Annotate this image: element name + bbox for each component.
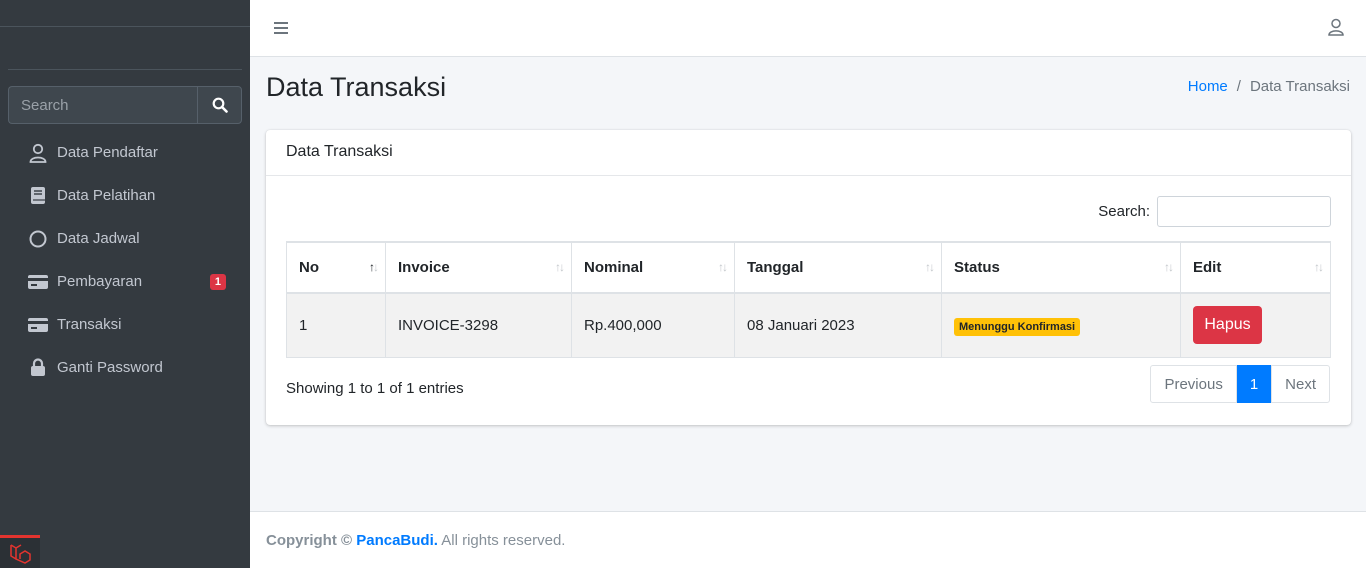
sidebar-item-label: Pembayaran xyxy=(57,273,143,290)
sidebar-item-transaksi[interactable]: Transaksi xyxy=(8,303,242,346)
credit-card-icon xyxy=(28,315,48,335)
credit-card-icon xyxy=(28,272,48,292)
cell-status: Menunggu Konfirmasi xyxy=(941,292,1181,358)
column-header-status[interactable]: Status ↑↓ xyxy=(941,241,1181,294)
pagination-previous[interactable]: Previous xyxy=(1150,365,1237,403)
card-title: Data Transaksi xyxy=(266,130,1351,176)
rights-text: All rights reserved. xyxy=(441,532,566,549)
table-header-row: No ↑↓ Invoice ↑↓ Nominal ↑↓ Tanggal ↑↓ Statu… xyxy=(286,241,1331,294)
notification-badge: 1 xyxy=(209,274,226,290)
pagination-next[interactable]: Next xyxy=(1271,365,1330,403)
sidebar-item-label: Transaksi xyxy=(57,316,122,333)
sidebar-item-data-jadwal[interactable]: Data Jadwal xyxy=(8,217,242,260)
table-search-label: Search: xyxy=(1098,203,1150,220)
cell-tanggal: 08 Januari 2023 xyxy=(734,292,942,358)
column-header-label: Edit xyxy=(1193,259,1222,276)
circle-icon xyxy=(28,229,48,249)
sort-icon: ↑↓ xyxy=(718,260,728,274)
breadcrumb-current: Data Transaksi xyxy=(1249,78,1350,95)
cell-edit: Hapus xyxy=(1180,292,1331,358)
table-search-input[interactable] xyxy=(1157,196,1331,227)
cell-nominal: Rp.400,000 xyxy=(571,292,735,358)
column-header-invoice[interactable]: Invoice ↑↓ xyxy=(385,241,572,294)
table-row: 1 INVOICE-3298 Rp.400,000 08 Januari 202… xyxy=(286,292,1331,358)
sidebar-item-label: Data Jadwal xyxy=(57,230,140,247)
laravel-logo-icon xyxy=(0,535,40,568)
sidebar-item-label: Data Pelatihan xyxy=(57,187,156,204)
column-header-no[interactable]: No ↑↓ xyxy=(286,241,386,294)
column-header-tanggal[interactable]: Tanggal ↑↓ xyxy=(734,241,942,294)
sort-asc-icon: ↑↓ xyxy=(369,260,379,274)
sidebar-search-button[interactable] xyxy=(197,86,242,124)
column-header-edit[interactable]: Edit ↑↓ xyxy=(1180,241,1331,294)
sidebar-item-label: Data Pendaftar xyxy=(57,144,158,161)
column-header-label: Status xyxy=(954,259,1000,276)
sidebar-divider xyxy=(8,69,242,70)
search-icon xyxy=(212,97,228,113)
sidebar: Data Pendaftar Data Pelatihan Data Jadwa… xyxy=(0,0,250,568)
sort-icon: ↑↓ xyxy=(555,260,565,274)
sidebar-item-label: Ganti Password xyxy=(57,359,163,376)
column-header-label: Nominal xyxy=(584,259,644,276)
cell-no: 1 xyxy=(286,292,386,358)
brand-link[interactable]: PancaBudi. xyxy=(356,532,438,549)
sidebar-divider xyxy=(0,26,250,27)
hamburger-icon[interactable] xyxy=(274,21,288,35)
sidebar-item-ganti-password[interactable]: Ganti Password xyxy=(8,346,242,389)
delete-button[interactable]: Hapus xyxy=(1193,306,1262,345)
sort-icon: ↑↓ xyxy=(1164,260,1174,274)
sidebar-nav: Data Pendaftar Data Pelatihan Data Jadwa… xyxy=(8,131,242,389)
transactions-card: Data Transaksi Search: No ↑↓ Invoice ↑↓ No… xyxy=(266,130,1351,425)
sidebar-item-pembayaran[interactable]: Pembayaran 1 xyxy=(8,260,242,303)
pagination: Previous 1 Next xyxy=(1150,365,1330,403)
book-icon xyxy=(28,186,48,206)
table-info: Showing 1 to 1 of 1 entries xyxy=(286,380,464,397)
column-header-label: Tanggal xyxy=(747,259,804,276)
sort-icon: ↑↓ xyxy=(925,260,935,274)
sidebar-item-data-pelatihan[interactable]: Data Pelatihan xyxy=(8,174,242,217)
sidebar-item-data-pendaftar[interactable]: Data Pendaftar xyxy=(8,131,242,174)
column-header-label: Invoice xyxy=(398,259,450,276)
cell-invoice: INVOICE-3298 xyxy=(385,292,572,358)
topbar xyxy=(250,0,1366,57)
user-icon xyxy=(28,143,48,163)
status-badge: Menunggu Konfirmasi xyxy=(954,317,1081,336)
sidebar-search-input[interactable] xyxy=(8,86,197,124)
breadcrumb-home-link[interactable]: Home xyxy=(1188,78,1228,95)
pagination-page[interactable]: 1 xyxy=(1236,365,1272,403)
footer: Copyright © PancaBudi. All rights reserv… xyxy=(250,511,1366,568)
breadcrumb-separator: / xyxy=(1236,78,1241,95)
page-title: Data Transaksi xyxy=(266,72,447,102)
breadcrumb: Home / Data Transaksi xyxy=(1188,78,1350,95)
lock-icon xyxy=(28,358,48,378)
table-search: Search: xyxy=(1098,196,1331,227)
copyright-text: Copyright © xyxy=(266,532,353,549)
sort-icon: ↑↓ xyxy=(1314,260,1324,274)
column-header-nominal[interactable]: Nominal ↑↓ xyxy=(571,241,735,294)
user-icon[interactable] xyxy=(1328,18,1344,36)
transactions-table: No ↑↓ Invoice ↑↓ Nominal ↑↓ Tanggal ↑↓ Statu… xyxy=(286,241,1331,358)
sidebar-search xyxy=(8,86,242,124)
column-header-label: No xyxy=(299,259,319,276)
